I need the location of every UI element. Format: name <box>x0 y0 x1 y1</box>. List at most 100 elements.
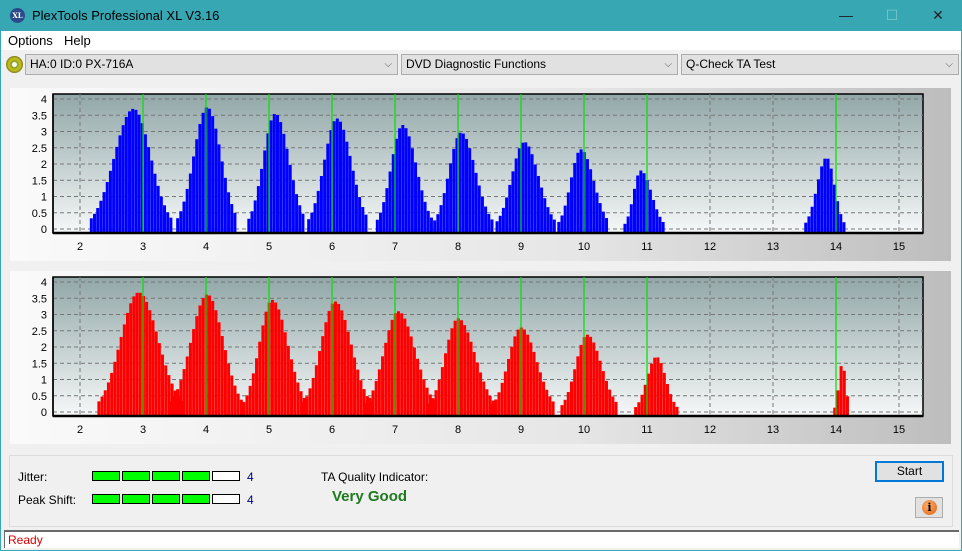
histogram-bar <box>233 212 237 233</box>
histogram-bar <box>96 208 100 233</box>
histogram-bar <box>422 379 426 416</box>
test-select[interactable]: Q-Check TA Test ⌵ <box>681 54 959 75</box>
close-button[interactable]: ✕ <box>915 0 961 31</box>
y-tick-label: 3.5 <box>32 293 47 305</box>
chevron-down-icon: ⌵ <box>664 59 672 70</box>
y-tick-label: 4 <box>41 277 47 289</box>
histogram-bar <box>507 358 511 416</box>
jitter-label: Jitter: <box>18 470 48 484</box>
drive-select[interactable]: HA:0 ID:0 PX-716A ⌵ <box>25 54 398 75</box>
histogram-bar <box>529 342 533 416</box>
menu-help[interactable]: Help <box>64 33 91 48</box>
histogram-bar <box>188 342 192 416</box>
histogram-bar <box>129 303 133 416</box>
histogram-bar <box>517 148 521 233</box>
histogram-bar <box>353 357 357 416</box>
histogram-bar <box>589 169 593 233</box>
histogram-bar <box>410 148 414 233</box>
histogram-bar <box>595 192 599 233</box>
histogram-bar <box>147 147 151 233</box>
x-tick-label: 2 <box>77 424 83 436</box>
histogram-bar <box>258 341 262 416</box>
histogram-bar <box>280 319 284 416</box>
histogram-bar <box>145 301 149 416</box>
y-tick-label: 1 <box>41 375 47 387</box>
histogram-bar <box>211 300 215 416</box>
jitter-meter-segment <box>182 471 210 481</box>
histogram-bar <box>340 310 344 416</box>
histogram-bar <box>166 212 170 233</box>
y-tick-label: 1.5 <box>32 175 47 187</box>
histogram-bar <box>185 356 189 416</box>
histogram-bar <box>548 396 552 416</box>
histogram-bar <box>296 382 300 416</box>
histogram-bar <box>182 369 186 416</box>
histogram-bar <box>316 190 320 233</box>
histogram-bar <box>302 402 306 416</box>
histogram-bar <box>247 218 251 233</box>
histogram-bar <box>379 212 383 233</box>
histogram-bar <box>345 141 349 233</box>
histogram-bar <box>398 128 402 233</box>
x-tick-label: 7 <box>392 424 398 436</box>
histogram-bar <box>480 196 484 233</box>
histogram-bar <box>388 171 392 233</box>
histogram-bar <box>623 223 627 233</box>
histogram-bar <box>217 322 221 416</box>
histogram-bar <box>103 390 107 416</box>
histogram-bar <box>585 159 589 233</box>
histogram-bar <box>426 210 430 233</box>
histogram-bar <box>148 310 152 416</box>
histogram-bar <box>409 336 413 416</box>
histogram-bar <box>192 329 196 416</box>
histogram-bar <box>382 202 386 233</box>
jitter-meter-segment <box>212 471 240 481</box>
start-button[interactable]: Start <box>875 461 944 482</box>
info-button[interactable]: i <box>915 497 943 518</box>
histogram-bar <box>348 155 352 233</box>
y-tick-label: 0 <box>41 407 47 419</box>
histogram-bar <box>576 356 580 416</box>
function-group-value: DVD Diagnostic Functions <box>406 57 547 71</box>
histogram-bar <box>135 292 139 416</box>
histogram-bar <box>100 396 104 416</box>
histogram-bar <box>675 406 679 416</box>
x-tick-label: 13 <box>767 241 779 253</box>
x-tick-label: 15 <box>893 424 905 436</box>
histogram-bar <box>420 190 424 233</box>
histogram-bar <box>804 222 808 233</box>
histogram-bar <box>131 108 135 233</box>
histogram-bar <box>105 182 109 233</box>
histogram-bar <box>458 132 462 233</box>
histogram-bar <box>260 168 264 233</box>
jitter-chart-svg: 0 0.5 1 1.5 2 2.5 3 3.5 4 2 3 4 5 6 7 8 9 10 11 12 13 14 15 <box>32 93 924 253</box>
status-bar: Ready <box>4 530 959 548</box>
histogram-bar <box>164 365 168 416</box>
histogram-bar <box>400 313 404 416</box>
histogram-bar <box>608 389 612 416</box>
histogram-bar <box>505 197 509 233</box>
histogram-bar <box>474 172 478 233</box>
menu-options[interactable]: Options <box>8 33 53 48</box>
histogram-bar <box>452 149 456 233</box>
histogram-bar <box>299 391 303 416</box>
histogram-bar <box>655 209 659 233</box>
app-logo-icon: XL <box>10 8 25 23</box>
maximize-button[interactable]: ☐ <box>869 0 915 31</box>
minimize-button[interactable]: — <box>823 0 869 31</box>
histogram-bar <box>634 407 638 416</box>
histogram-bar <box>138 292 142 416</box>
histogram-bar <box>381 356 385 416</box>
histogram-bar <box>546 207 550 233</box>
y-tick-label: 3 <box>41 127 47 139</box>
histogram-bar <box>207 108 211 233</box>
histogram-bar <box>256 186 260 233</box>
histogram-bar <box>514 158 518 233</box>
histogram-bar <box>585 334 589 416</box>
histogram-bar <box>545 389 549 416</box>
histogram-bar <box>179 380 183 416</box>
histogram-bar <box>99 200 103 233</box>
y-tick-label: 0.5 <box>32 391 47 403</box>
function-group-select[interactable]: DVD Diagnostic Functions ⌵ <box>401 54 678 75</box>
y-tick-label: 2 <box>41 342 47 354</box>
